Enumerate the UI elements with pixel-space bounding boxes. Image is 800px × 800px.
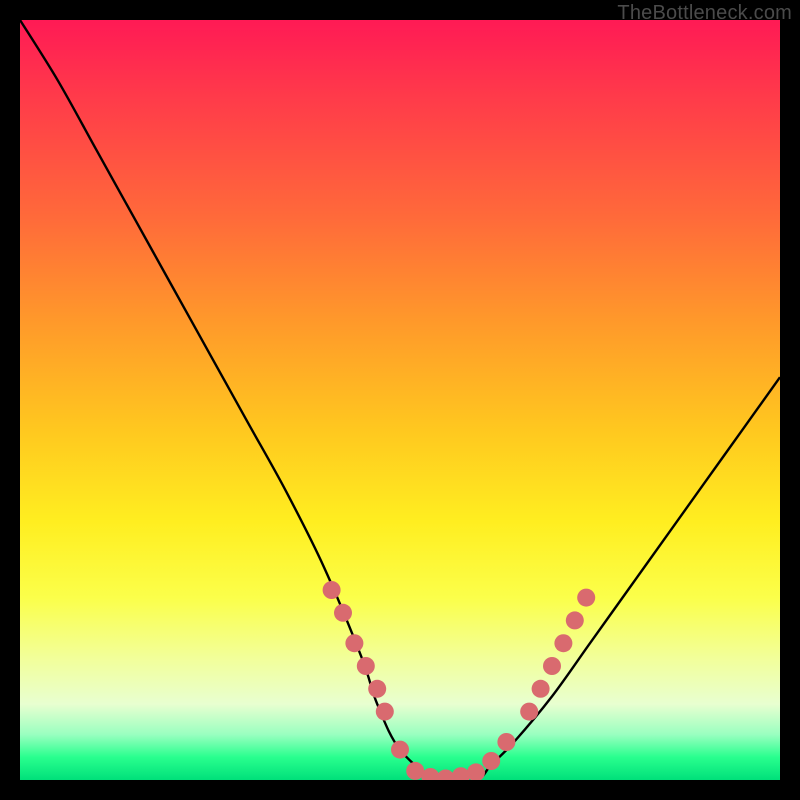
highlight-dot [323,581,341,599]
highlight-dot [497,733,515,751]
bottleneck-curve [20,20,780,780]
watermark: TheBottleneck.com [617,2,792,25]
optimal-range-dots [323,581,596,780]
highlight-dot [520,703,538,721]
plot-area [20,20,780,780]
highlight-dot [391,741,409,759]
highlight-dot [357,657,375,675]
highlight-dot [543,657,561,675]
highlight-dot [368,680,386,698]
highlight-dot [532,680,550,698]
bottleneck-curve-svg [20,20,780,780]
chart-frame: TheBottleneck.com [0,0,800,800]
highlight-dot [345,634,363,652]
highlight-dot [566,611,584,629]
highlight-dot [334,604,352,622]
highlight-dot [437,769,455,780]
highlight-dot [482,752,500,770]
highlight-dot [467,763,485,780]
highlight-dot [577,589,595,607]
highlight-dot [376,703,394,721]
highlight-dot [554,634,572,652]
